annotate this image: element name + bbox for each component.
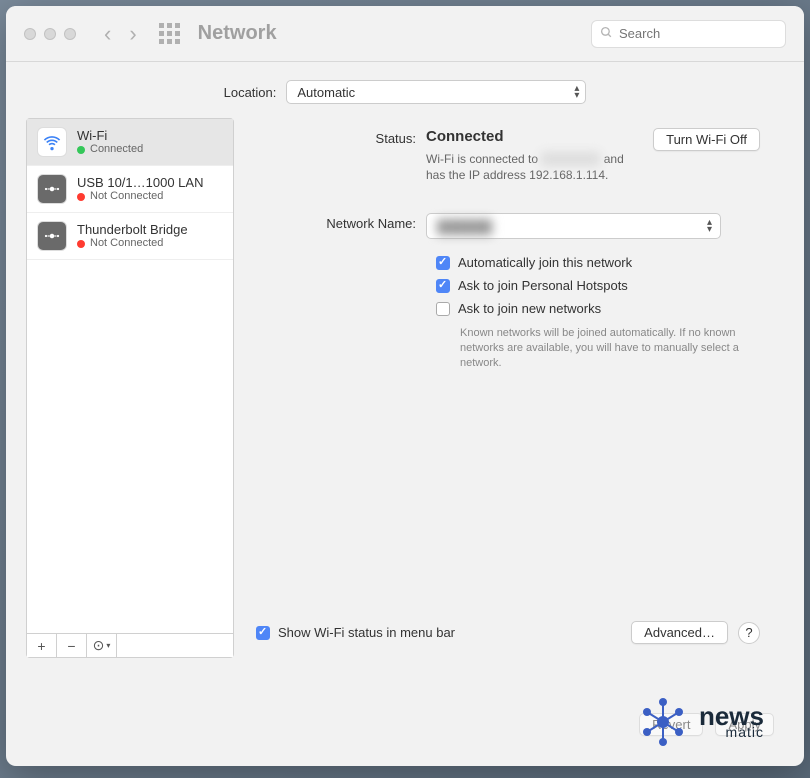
interface-status: Connected <box>90 143 143 156</box>
add-interface-button[interactable]: + <box>27 634 57 657</box>
wifi-toggle-button[interactable]: Turn Wi-Fi Off <box>653 128 760 151</box>
show-menubar-label: Show Wi-Fi status in menu bar <box>278 625 455 640</box>
show-menubar-row[interactable]: Show Wi-Fi status in menu bar <box>256 625 455 640</box>
search-field[interactable] <box>591 20 786 48</box>
window-title: Network <box>198 22 277 45</box>
ask-hotspot-row[interactable]: Ask to join Personal Hotspots <box>436 278 760 293</box>
show-menubar-checkbox[interactable] <box>256 626 270 640</box>
help-button[interactable]: ? <box>738 622 760 644</box>
status-dot-icon <box>77 193 85 201</box>
minimize-button[interactable] <box>44 28 56 40</box>
nav-arrows: ‹ › <box>104 21 137 47</box>
ask-hotspot-checkbox[interactable] <box>436 279 450 293</box>
sidebar-item-wifi[interactable]: Wi-Fi Connected <box>27 119 233 166</box>
interface-status: Not Connected <box>90 237 163 250</box>
auto-join-label: Automatically join this network <box>458 255 632 270</box>
auto-join-row[interactable]: Automatically join this network <box>436 255 760 270</box>
network-preferences-window: ‹ › Network Location: Automatic ▴▾ <box>6 6 804 766</box>
remove-interface-button[interactable]: − <box>57 634 87 657</box>
titlebar: ‹ › Network <box>6 6 804 62</box>
sidebar-item-thunderbolt-bridge[interactable]: Thunderbolt Bridge Not Connected <box>27 213 233 260</box>
forward-button[interactable]: › <box>129 21 136 47</box>
location-label: Location: <box>224 85 277 100</box>
thunderbolt-icon <box>37 221 67 251</box>
network-name-value: ██████ <box>437 219 492 234</box>
show-all-icon[interactable] <box>159 23 180 44</box>
auto-join-checkbox[interactable] <box>436 256 450 270</box>
status-label: Status: <box>256 128 426 183</box>
detail-panel: Status: Connected Wi-Fi is connected to … <box>246 118 784 658</box>
window-controls <box>24 28 76 40</box>
close-button[interactable] <box>24 28 36 40</box>
interface-status: Not Connected <box>90 190 163 203</box>
status-dot-icon <box>77 240 85 248</box>
location-value: Automatic <box>297 85 355 100</box>
status-description: Wi-Fi is connected to ██████ and has the… <box>426 151 643 183</box>
back-button[interactable]: ‹ <box>104 21 111 47</box>
ethernet-icon <box>37 174 67 204</box>
interface-name: Thunderbolt Bridge <box>77 222 188 238</box>
sidebar-toolbar: + − ⊙▾ <box>27 633 233 657</box>
chevron-updown-icon: ▴▾ <box>574 85 579 99</box>
location-select[interactable]: Automatic ▴▾ <box>286 80 586 104</box>
interface-actions-button[interactable]: ⊙▾ <box>87 634 117 657</box>
chevron-updown-icon: ▴▾ <box>707 219 712 233</box>
interface-name: Wi-Fi <box>77 128 143 144</box>
status-value: Connected <box>426 128 643 145</box>
status-dot-icon <box>77 146 85 154</box>
ask-new-checkbox[interactable] <box>436 302 450 316</box>
network-name-label: Network Name: <box>256 213 426 239</box>
revert-button[interactable]: Revert <box>639 713 703 736</box>
interfaces-list: Wi-Fi Connected USB 10/1…1000 LAN <box>27 119 233 633</box>
interface-name: USB 10/1…1000 LAN <box>77 175 203 191</box>
sidebar-item-usb-lan[interactable]: USB 10/1…1000 LAN Not Connected <box>27 166 233 213</box>
wifi-icon <box>37 127 67 157</box>
location-bar: Location: Automatic ▴▾ <box>6 80 804 104</box>
ask-hotspot-label: Ask to join Personal Hotspots <box>458 278 628 293</box>
interfaces-sidebar: Wi-Fi Connected USB 10/1…1000 LAN <box>26 118 234 658</box>
apply-button[interactable]: Apply <box>715 713 774 736</box>
ask-new-row[interactable]: Ask to join new networks <box>436 301 760 316</box>
ask-new-help-text: Known networks will be joined automatica… <box>460 326 760 371</box>
advanced-button[interactable]: Advanced… <box>631 621 728 644</box>
toolbar-fill <box>117 634 233 657</box>
bottom-buttons: Revert Apply <box>639 713 774 736</box>
search-icon <box>600 26 613 42</box>
zoom-button[interactable] <box>64 28 76 40</box>
network-name-select[interactable]: ██████ ▴▾ <box>426 213 721 239</box>
search-input[interactable] <box>619 26 777 41</box>
ask-new-label: Ask to join new networks <box>458 301 601 316</box>
